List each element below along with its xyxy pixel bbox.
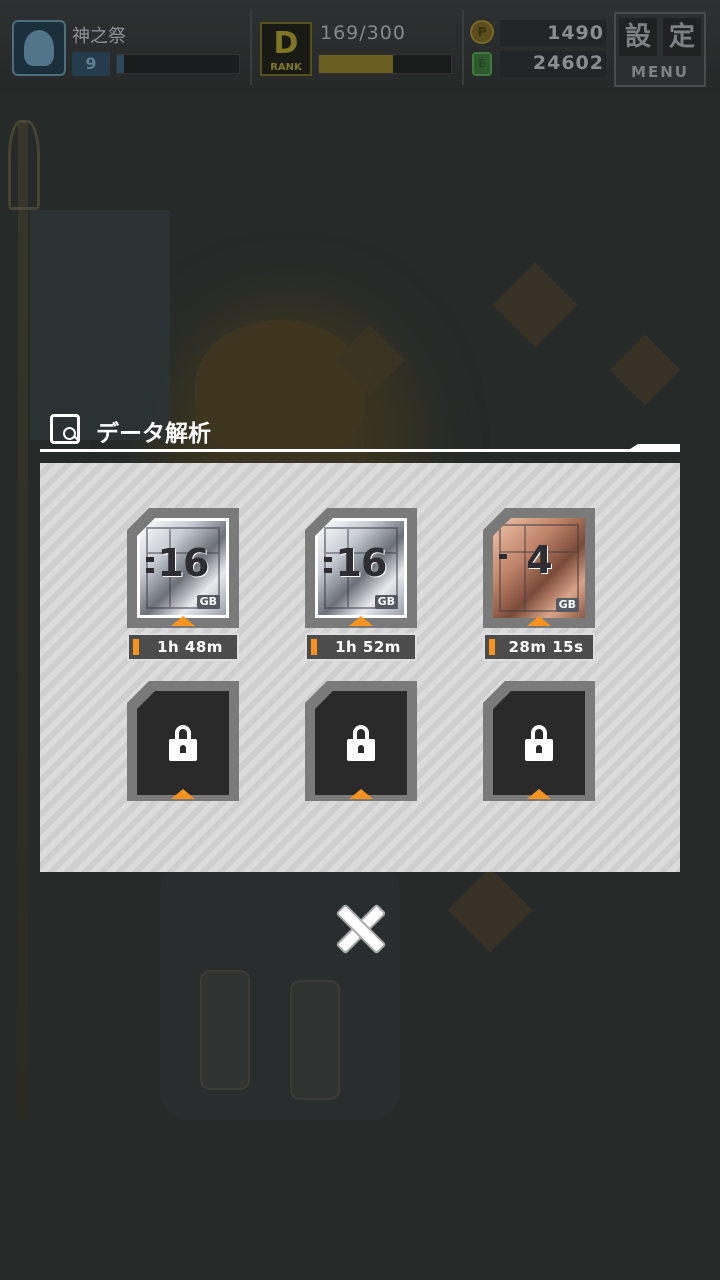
menu-jp-char: 設	[619, 18, 657, 56]
orange-arrow-icon	[171, 789, 195, 799]
character-body	[160, 860, 400, 1120]
rank-label: RANK	[270, 62, 302, 73]
slot-timer: 1h 48m	[127, 633, 239, 661]
slot-frame	[305, 681, 417, 801]
xp-fill	[117, 55, 125, 73]
orange-arrow-icon	[349, 616, 373, 626]
data-analysis-icon	[50, 414, 80, 444]
slot-frame: 16 GB	[127, 508, 239, 628]
slot-inner	[137, 691, 229, 795]
timer-text: 1h 48m	[157, 638, 223, 656]
hud-divider	[250, 10, 252, 85]
analysis-slot-3[interactable]: 4 GB 28m 15s	[483, 508, 595, 661]
dialog-title: データ解析	[96, 421, 211, 447]
chip-unit: GB	[374, 595, 398, 609]
stamina-fill	[319, 55, 394, 73]
orange-arrow-icon	[171, 616, 195, 626]
lock-icon	[347, 725, 375, 761]
bronze-data-chip-icon: 4 GB	[493, 518, 585, 618]
analysis-slot-4-locked[interactable]	[127, 681, 239, 801]
menu-button[interactable]: 設 定 MENU	[614, 12, 706, 87]
gem-icon: E	[472, 52, 492, 76]
menu-settings-label: 設 定	[616, 18, 704, 56]
rank-letter: D	[273, 26, 299, 61]
chip-unit: GB	[555, 598, 579, 612]
analysis-slot-2[interactable]: 16 GB 1h 52m	[305, 508, 417, 661]
menu-jp-char: 定	[663, 18, 701, 56]
header-tab-accent	[630, 444, 680, 449]
chip-capacity: 16	[335, 541, 388, 585]
slot-inner	[315, 691, 407, 795]
slot-timer: 1h 52m	[305, 633, 417, 661]
analysis-slot-5-locked[interactable]	[305, 681, 417, 801]
coin-icon: P	[470, 20, 494, 44]
chip-unit: GB	[196, 595, 220, 609]
coin-amount: 1490	[547, 22, 604, 44]
hud-divider	[462, 10, 464, 85]
character-leg-left	[200, 970, 250, 1090]
slot-frame	[127, 681, 239, 801]
lock-icon	[525, 725, 553, 761]
header-underline	[40, 449, 680, 452]
spear-shaft	[18, 120, 28, 1120]
timer-text: 28m 15s	[508, 638, 584, 656]
level-badge: 9	[72, 52, 110, 76]
slot-frame	[483, 681, 595, 801]
menu-label: MENU	[631, 63, 689, 81]
chip-capacity: 16	[157, 541, 210, 585]
flag	[30, 210, 170, 440]
top-hud: 神之祭 9 D RANK 169/300 P 1490 E 24602 設 定 …	[0, 0, 720, 95]
slot-frame: 16 GB	[305, 508, 417, 628]
analysis-slot-1[interactable]: 16 GB 1h 48m	[127, 508, 239, 661]
player-name: 神之祭	[72, 26, 126, 47]
gem-amount: 24602	[532, 52, 604, 74]
floating-tile	[492, 262, 578, 348]
stamina-text: 169/300	[320, 22, 406, 44]
orange-arrow-icon	[527, 789, 551, 799]
spear-head	[8, 120, 40, 210]
player-avatar[interactable]	[12, 20, 66, 76]
close-icon[interactable]	[332, 900, 386, 954]
dialog-header: データ解析	[40, 408, 680, 452]
slot-inner	[493, 691, 585, 795]
analysis-panel: 16 GB 1h 48m 16 GB 1h 52m 4 GB 28m 15s	[40, 463, 680, 872]
rank-icon: D RANK	[260, 22, 312, 76]
analysis-slot-6-locked[interactable]	[483, 681, 595, 801]
lock-icon	[169, 725, 197, 761]
silver-data-chip-icon: 16 GB	[137, 518, 229, 618]
stamina-bar	[318, 54, 452, 74]
slot-frame: 4 GB	[483, 508, 595, 628]
silver-data-chip-icon: 16 GB	[315, 518, 407, 618]
orange-arrow-icon	[527, 616, 551, 626]
xp-bar	[116, 54, 240, 74]
character-leg-right	[290, 980, 340, 1100]
slot-timer: 28m 15s	[483, 633, 595, 661]
floating-tile	[447, 867, 533, 953]
orange-arrow-icon	[349, 789, 373, 799]
chip-capacity: 4	[526, 538, 552, 582]
timer-text: 1h 52m	[335, 638, 401, 656]
floating-tile	[609, 334, 681, 406]
